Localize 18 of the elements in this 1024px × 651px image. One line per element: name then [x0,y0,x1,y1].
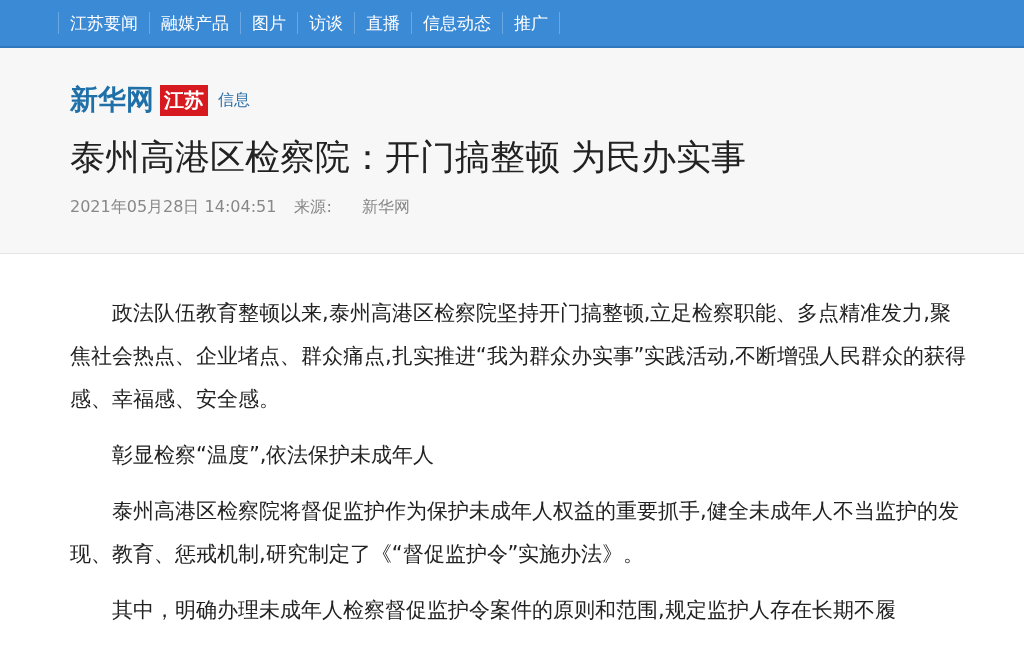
section-label: 信息 [218,89,250,111]
nav-link[interactable]: 图片 [241,11,297,35]
site-logo[interactable]: 新华网 [70,81,154,119]
article-paragraph: 泰州高港区检察院将督促监护作为保护未成年人权益的重要抓手,健全未成年人不当监护的发现、教育、惩戒机制,研究制定了《“督促监护令”实施办法》。 [70,498,960,568]
publish-date: 2021年05月28日 14:04:51 [70,197,277,218]
region-tag: 江苏 [160,84,208,116]
article-title: 泰州高港区检察院：开门搞整顿 为民办实事 [70,136,748,179]
article-paragraph: 政法队伍教育整顿以来,泰州高港区检察院坚持开门搞整顿,立足检察职能、多点精准发力,聚焦社会热点、企业堵点、群众痛点,扎实推进“我为群众办实事”实践活动,不断增强人民群众的获得感、幸福感、安全感。 [70,300,968,413]
source-label: 来源: [294,197,332,218]
nav-link[interactable]: 融媒产品 [150,11,240,35]
nav-link[interactable]: 信息动态 [412,11,502,35]
article-paragraph: 彰显检察“温度”,依法保护未成年人 [111,442,436,469]
nav-link[interactable]: 江苏要闻 [59,11,149,35]
article-paragraph: 其中，明确办理未成年人检察督促监护令案件的原则和范围,规定监护人存在长期不履 [111,597,897,624]
source-name: 新华网 [361,197,410,218]
nav-link[interactable]: 直播 [355,11,411,35]
nav-link[interactable]: 访谈 [298,11,354,35]
nav-link[interactable]: 推广 [503,11,559,35]
